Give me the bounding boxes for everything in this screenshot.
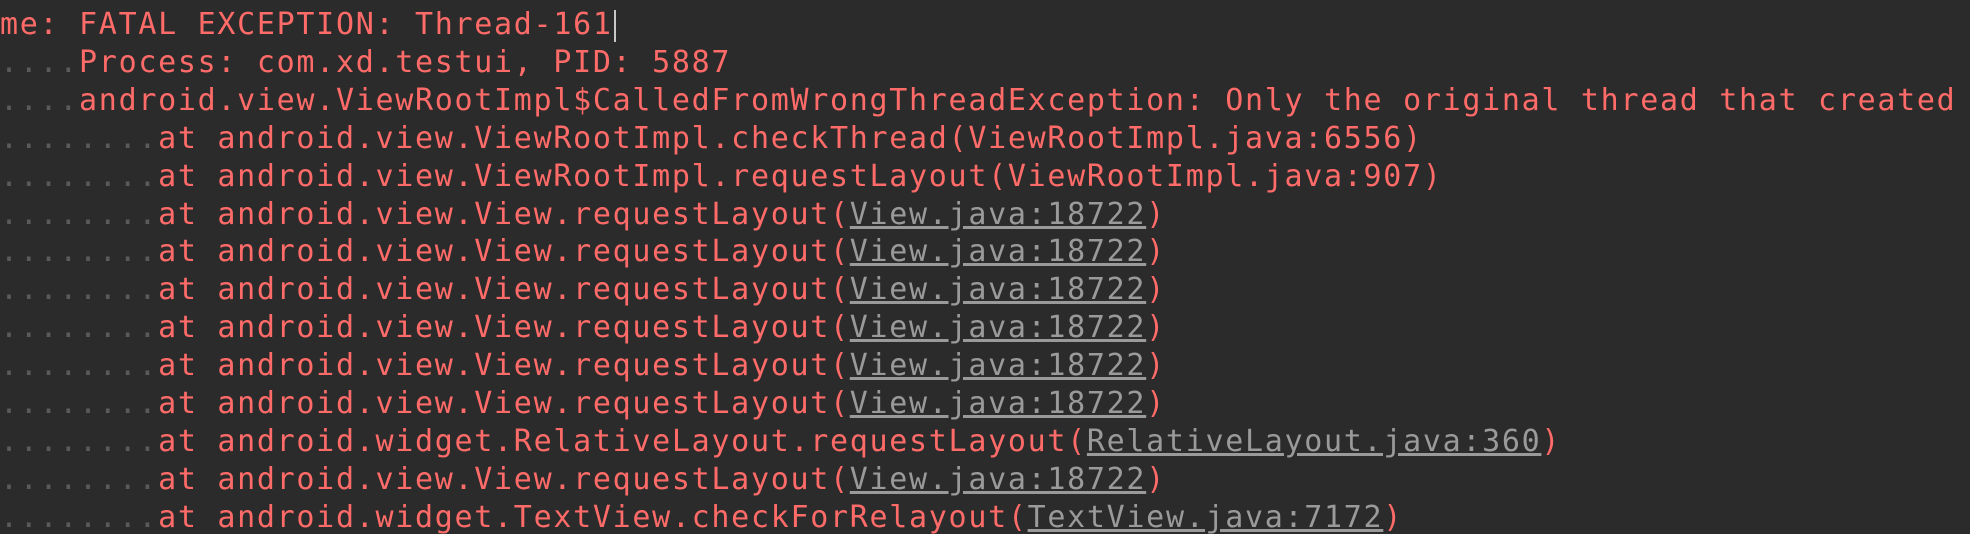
source-link[interactable]: View.java:18722 — [850, 386, 1146, 421]
log-text: at android.view.View.requestLayout( — [158, 386, 850, 421]
log-text-close: ) — [1146, 272, 1166, 308]
log-line: ....android.view.ViewRootImpl$CalledFrom… — [0, 82, 1956, 120]
log-text: at android.view.View.requestLayout( — [158, 310, 850, 346]
log-text: at android.view.View.requestLayout( — [158, 196, 850, 232]
log-text: android.view.ViewRootImpl$CalledFromWron… — [79, 82, 1957, 118]
log-line: ........at android.widget.RelativeLayout… — [0, 423, 1561, 461]
log-text-close: ) — [1146, 310, 1166, 346]
log-text-close: ) — [1146, 348, 1166, 384]
source-link[interactable]: View.java:18722 — [850, 462, 1146, 497]
log-text-close: ) — [1383, 499, 1404, 534]
log-text: at android.view.View.requestLayout( — [158, 348, 850, 384]
log-line: ........at android.view.View.requestLayo… — [0, 347, 1166, 385]
logcat-output: me: FATAL EXCEPTION: Thread-161 ....Proce… — [0, 0, 1970, 534]
log-line: ........at android.view.View.requestLayo… — [0, 385, 1166, 423]
whitespace-marker: ........ — [0, 158, 159, 194]
log-line: ........at android.widget.TextView.check… — [0, 499, 1403, 534]
log-line: ........at android.view.View.requestLayo… — [0, 196, 1166, 234]
whitespace-marker: ........ — [0, 234, 159, 270]
log-text: at android.view.View.requestLayout( — [158, 461, 850, 497]
whitespace-marker: .... — [0, 44, 80, 80]
source-link[interactable]: View.java:18722 — [850, 234, 1146, 269]
log-text-close: ) — [1146, 196, 1166, 232]
log-text: at android.view.ViewRootImpl.requestLayo… — [158, 158, 1443, 194]
source-link[interactable]: View.java:18722 — [850, 348, 1146, 383]
log-text: at android.widget.RelativeLayout.request… — [158, 423, 1087, 459]
log-line: ....Process: com.xd.testui, PID: 5887 — [0, 44, 731, 82]
log-text: at android.view.ViewRootImpl.checkThread… — [158, 120, 1423, 156]
source-link[interactable]: View.java:18722 — [850, 310, 1146, 345]
log-text: me: FATAL EXCEPTION: Thread-161 — [0, 7, 613, 42]
log-text: at android.view.View.requestLayout( — [158, 272, 850, 308]
whitespace-marker: ........ — [0, 310, 159, 346]
whitespace-marker: ........ — [0, 348, 159, 384]
log-text-close: ) — [1146, 234, 1166, 270]
source-link[interactable]: RelativeLayout.java:360 — [1087, 424, 1542, 459]
whitespace-marker: ........ — [0, 120, 159, 156]
log-line: ........at android.view.View.requestLayo… — [0, 309, 1166, 347]
log-text: at android.widget.TextView.checkForRelay… — [158, 499, 1028, 534]
whitespace-marker: .... — [0, 82, 80, 118]
log-line: ........at android.view.ViewRootImpl.che… — [0, 120, 1423, 158]
whitespace-marker: ........ — [0, 196, 159, 232]
log-text: at android.view.View.requestLayout( — [158, 234, 850, 270]
whitespace-marker: ........ — [0, 499, 159, 534]
log-line: ........at android.view.ViewRootImpl.req… — [0, 158, 1443, 196]
whitespace-marker: ........ — [0, 461, 159, 497]
log-line: me: FATAL EXCEPTION: Thread-161 — [0, 6, 616, 44]
log-text-close: ) — [1146, 386, 1166, 421]
whitespace-marker: ........ — [0, 272, 159, 308]
log-line: ........at android.view.View.requestLayo… — [0, 271, 1166, 309]
source-link[interactable]: View.java:18722 — [850, 197, 1146, 232]
log-text-close: ) — [1541, 423, 1562, 459]
log-line: ........at android.view.View.requestLayo… — [0, 461, 1166, 499]
log-text-close: ) — [1146, 461, 1166, 497]
source-link[interactable]: View.java:18722 — [850, 272, 1146, 307]
whitespace-marker: ........ — [0, 423, 159, 459]
whitespace-marker: ........ — [0, 386, 159, 421]
log-text: Process: com.xd.testui, PID: 5887 — [79, 44, 732, 80]
source-link[interactable]: TextView.java:7172 — [1028, 500, 1384, 534]
text-cursor — [613, 9, 616, 42]
log-line: ........at android.view.View.requestLayo… — [0, 233, 1166, 271]
